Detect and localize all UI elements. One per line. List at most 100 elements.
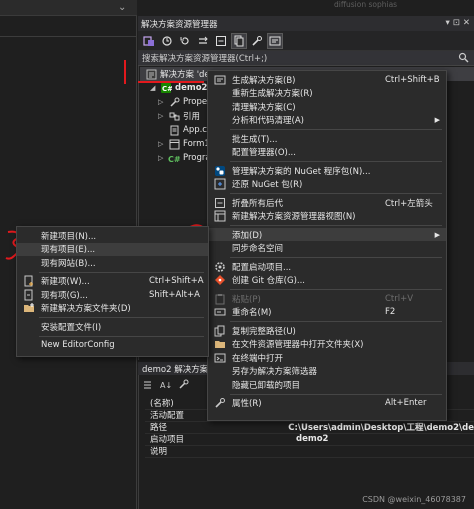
menu-item-shortcut: Ctrl+Shift+A bbox=[149, 276, 204, 286]
expand-arrow-icon[interactable]: ▷ bbox=[158, 98, 165, 106]
property-row[interactable]: 启动项目 demo2 bbox=[145, 434, 474, 446]
menu-item-label: 现有项目(E)... bbox=[41, 245, 96, 255]
tree-project-node[interactable]: ◢ C# demo2 bbox=[150, 81, 207, 95]
menu-item-label: 配置启动项目... bbox=[232, 262, 292, 273]
project-name: demo2 bbox=[175, 83, 208, 93]
sub-menu-item-1[interactable]: 现有项目(E)... bbox=[17, 242, 208, 256]
main-menu-item-17[interactable]: 在文件资源管理器中打开文件夹(X) bbox=[208, 338, 446, 351]
tree-item-references[interactable]: ▷ 引用 bbox=[158, 109, 200, 123]
main-menu-item-11[interactable]: 同步命名空间 bbox=[208, 242, 446, 255]
main-menu-item-1[interactable]: 重新生成解决方案(R) bbox=[208, 87, 446, 100]
menu-item-label: 新建项目(N)... bbox=[41, 231, 97, 242]
categorized-icon[interactable] bbox=[140, 377, 154, 391]
main-menu-item-0[interactable]: 生成解决方案(B) Ctrl+Shift+B bbox=[208, 73, 446, 86]
main-menu-item-4[interactable]: 批生成(T)... bbox=[208, 132, 446, 145]
main-menu-item-3[interactable]: 分析和代码清理(A) ▶ bbox=[208, 114, 446, 127]
menu-item-label: 重命名(M) bbox=[232, 308, 272, 318]
main-menu-item-10[interactable]: 添加(D) ▶ bbox=[208, 228, 446, 241]
main-menu-item-7[interactable]: 还原 NuGet 包(R) bbox=[208, 178, 446, 191]
gear-icon bbox=[214, 261, 226, 273]
main-menu-item-15[interactable]: 重命名(M) F2 bbox=[208, 306, 446, 319]
menu-separator bbox=[230, 161, 442, 162]
menu-item-label: New EditorConfig bbox=[41, 340, 115, 350]
property-key: 说明 bbox=[150, 447, 168, 458]
sub-menu-item-0[interactable]: 新建项目(N)... bbox=[17, 229, 208, 242]
rename-icon bbox=[214, 306, 226, 318]
alphabetical-icon[interactable]: A↓ bbox=[158, 377, 172, 391]
tree-item-program[interactable]: ▷ C# Progra bbox=[158, 151, 211, 165]
main-menu-item-8[interactable]: 折叠所有后代 Ctrl+左箭头 bbox=[208, 196, 446, 209]
property-row[interactable]: 路径 C:\Users\admin\Desktop\工程\demo2\de bbox=[145, 422, 474, 434]
show-all-files-icon[interactable] bbox=[231, 32, 247, 49]
menu-item-label: 新建项(W)... bbox=[41, 277, 90, 287]
sub-menu-item-4[interactable]: 现有项(G)... Shift+Alt+A bbox=[17, 288, 208, 301]
expand-arrow-icon[interactable]: ▷ bbox=[158, 140, 165, 148]
main-menu-item-20[interactable]: 隐藏已卸载的项目 bbox=[208, 378, 446, 391]
tab-dropdown-icon[interactable]: ⌄ bbox=[118, 2, 126, 13]
main-menu-item-21[interactable]: 属性(R) Alt+Enter bbox=[208, 397, 446, 410]
menu-separator bbox=[230, 129, 442, 130]
main-menu-item-6[interactable]: 管理解决方案的 NuGet 程序包(N)... bbox=[208, 164, 446, 177]
csharp-project-icon: C# bbox=[160, 82, 172, 94]
sub-menu-item-7[interactable]: New EditorConfig bbox=[17, 339, 208, 352]
copy-path-icon bbox=[214, 325, 226, 337]
refresh-icon[interactable] bbox=[178, 34, 192, 48]
sub-menu-item-6[interactable]: 安装配置文件(I) bbox=[17, 320, 208, 333]
menu-separator bbox=[230, 321, 442, 322]
menu-item-label: 添加(D) bbox=[232, 230, 263, 241]
preview-selected-icon[interactable] bbox=[267, 32, 283, 49]
sub-menu-item-5[interactable]: 新建解决方案文件夹(D) bbox=[17, 302, 208, 315]
menu-item-shortcut: Ctrl+V bbox=[385, 293, 414, 304]
tree-item-label: Prope bbox=[183, 97, 208, 107]
main-menu-item-14[interactable]: 粘贴(P) Ctrl+V bbox=[208, 292, 446, 305]
main-menu-item-18[interactable]: 在终端中打开 bbox=[208, 351, 446, 364]
expand-arrow-icon[interactable]: ◢ bbox=[150, 84, 157, 92]
add-submenu: 新建项目(N)... 现有项目(E)... 现有网站(B)... 新建项(W)... C… bbox=[16, 226, 209, 357]
property-row[interactable]: 说明 bbox=[145, 446, 474, 458]
main-menu-item-13[interactable]: 创建 Git 仓库(G)... bbox=[208, 274, 446, 287]
pending-changes-icon[interactable] bbox=[160, 34, 174, 48]
collapse-all-icon[interactable] bbox=[214, 34, 228, 48]
tree-item-properties[interactable]: ▷ Prope bbox=[158, 95, 207, 109]
main-menu-item-19[interactable]: 另存为解决方案筛选器 bbox=[208, 365, 446, 378]
config-file-icon bbox=[168, 124, 180, 136]
menu-item-label: 属性(R) bbox=[232, 399, 262, 409]
git-icon bbox=[214, 274, 226, 286]
switch-views-icon[interactable] bbox=[142, 34, 156, 48]
sub-menu-item-3[interactable]: 新建项(W)... Ctrl+Shift+A bbox=[17, 275, 208, 288]
menu-separator bbox=[39, 317, 204, 318]
editor-divider bbox=[0, 36, 137, 37]
expand-arrow-icon[interactable]: ▷ bbox=[158, 112, 165, 120]
properties-title: demo2 解决方案属 bbox=[142, 364, 217, 375]
menu-item-label: 创建 Git 仓库(G)... bbox=[232, 276, 306, 286]
tree-item-appconfig[interactable]: App.co bbox=[168, 123, 212, 137]
main-menu-item-12[interactable]: 配置启动项目... bbox=[208, 260, 446, 273]
menu-separator bbox=[39, 271, 204, 273]
menu-item-label: 还原 NuGet 包(R) bbox=[232, 180, 303, 190]
svg-text:C#: C# bbox=[162, 85, 172, 93]
expand-arrow-icon[interactable]: ▷ bbox=[158, 154, 165, 162]
menu-item-label: 重新生成解决方案(R) bbox=[232, 89, 313, 99]
menu-item-shortcut: Alt+Enter bbox=[385, 398, 427, 408]
main-menu-item-5[interactable]: 配置管理器(O)... bbox=[208, 146, 446, 159]
properties-wrench-icon[interactable] bbox=[250, 34, 264, 48]
menu-item-label: 现有网站(B)... bbox=[41, 258, 96, 269]
main-menu-item-2[interactable]: 清理解决方案(C) bbox=[208, 100, 446, 113]
sync-icon[interactable] bbox=[196, 34, 210, 48]
tree-item-form1[interactable]: ▷ Form1 bbox=[158, 137, 210, 151]
panel-dropdown-icon[interactable]: ▾ bbox=[445, 18, 449, 28]
main-menu-item-9[interactable]: 新建解决方案资源管理器视图(N) bbox=[208, 210, 446, 223]
solution-explorer-toolbar bbox=[138, 31, 474, 51]
solution-explorer-search[interactable]: 搜索解决方案资源管理器(Ctrl+;) bbox=[138, 51, 474, 66]
search-icon[interactable] bbox=[458, 52, 469, 63]
menu-item-label: 隐藏已卸载的项目 bbox=[232, 380, 301, 391]
existing-item-icon bbox=[23, 289, 35, 301]
menu-separator bbox=[230, 393, 442, 395]
property-pages-icon[interactable] bbox=[176, 377, 190, 391]
panel-pin-icon[interactable]: ⊡ bbox=[453, 18, 460, 28]
submenu-arrow-icon: ▶ bbox=[434, 116, 440, 124]
main-menu-item-16[interactable]: 复制完整路径(U) bbox=[208, 324, 446, 337]
new-folder-icon bbox=[23, 302, 35, 314]
sub-menu-item-2[interactable]: 现有网站(B)... bbox=[17, 256, 208, 269]
panel-close-icon[interactable]: ✕ bbox=[463, 18, 470, 28]
